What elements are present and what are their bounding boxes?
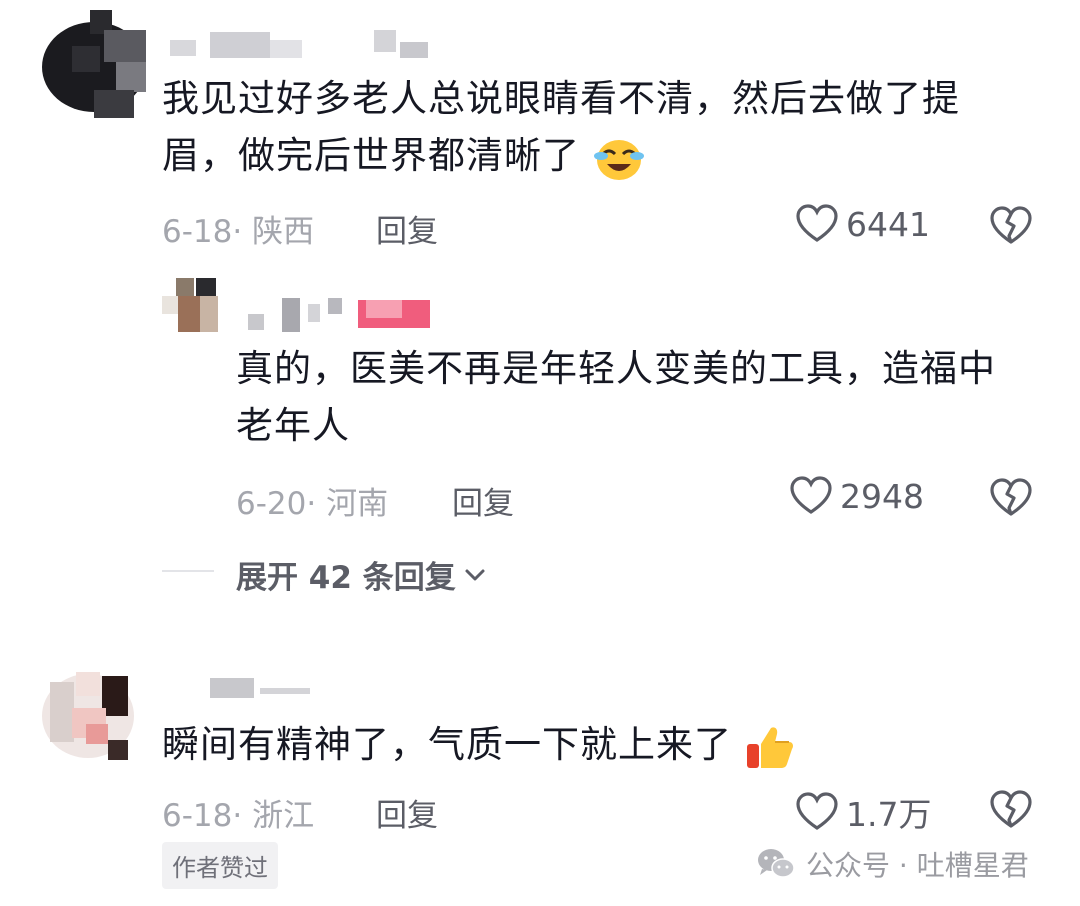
reply-button[interactable]: 回复 xyxy=(376,206,438,251)
broken-heart-icon xyxy=(990,790,1032,828)
like-button[interactable]: 6441 xyxy=(796,204,930,244)
comment-date-location: 6-18· 浙江 xyxy=(162,798,315,834)
reply-text: 真的，医美不再是年轻人变美的工具，造福中 老年人 xyxy=(236,340,1056,454)
expand-divider xyxy=(162,570,214,572)
username-blurred[interactable] xyxy=(248,296,438,332)
avatar[interactable] xyxy=(162,278,220,334)
avatar[interactable] xyxy=(42,668,134,764)
like-count: 2948 xyxy=(840,476,924,516)
comment-date-location: 6-20· 河南 xyxy=(236,486,389,522)
dislike-button[interactable] xyxy=(990,790,1032,834)
comment-text-line: 眉，做完后世界都清晰了 xyxy=(162,127,1042,184)
watermark: 公众号 · 吐槽星君 xyxy=(756,844,1029,884)
dislike-button[interactable] xyxy=(990,478,1032,522)
comment-text-line: 瞬间有精神了，气质一下就上来了 xyxy=(162,716,1042,773)
username-blurred[interactable] xyxy=(210,674,320,700)
expand-replies-label: 展开 42 条回复 xyxy=(236,560,456,596)
reply-button[interactable]: 回复 xyxy=(376,790,438,835)
wechat-icon xyxy=(758,849,795,878)
chevron-down-icon xyxy=(465,569,485,580)
heart-icon xyxy=(796,204,838,242)
avatar[interactable] xyxy=(42,10,146,120)
comment-date-location: 6-18· 陕西 xyxy=(162,214,315,250)
expand-replies-button[interactable]: 展开 42 条回复 xyxy=(236,552,486,597)
username-blurred[interactable] xyxy=(170,30,430,60)
thumbs-up-emoji xyxy=(746,726,793,768)
comment-text-line: 我见过好多老人总说眼睛看不清，然后去做了提 xyxy=(162,77,960,120)
heart-icon xyxy=(790,476,832,514)
watermark-text: 公众号 · 吐槽星君 xyxy=(806,849,1029,882)
comment-text-line: 真的，医美不再是年轻人变美的工具，造福中 xyxy=(236,347,996,390)
comment-text: 瞬间有精神了，气质一下就上来了 xyxy=(162,716,1042,773)
like-button[interactable]: 1.7万 xyxy=(796,788,931,836)
like-button[interactable]: 2948 xyxy=(790,476,924,516)
comment-text-line: 老年人 xyxy=(236,404,350,447)
reply-button[interactable]: 回复 xyxy=(452,478,514,523)
crying-laughing-emoji xyxy=(593,139,644,180)
heart-icon xyxy=(796,792,838,830)
dislike-button[interactable] xyxy=(990,206,1032,250)
broken-heart-icon xyxy=(990,478,1032,516)
broken-heart-icon xyxy=(990,206,1032,244)
author-liked-badge: 作者赞过 xyxy=(162,842,278,889)
like-count: 6441 xyxy=(846,204,930,244)
comment-text: 我见过好多老人总说眼睛看不清，然后去做了提 眉，做完后世界都清晰了 xyxy=(162,70,1042,184)
like-count: 1.7万 xyxy=(846,795,932,834)
